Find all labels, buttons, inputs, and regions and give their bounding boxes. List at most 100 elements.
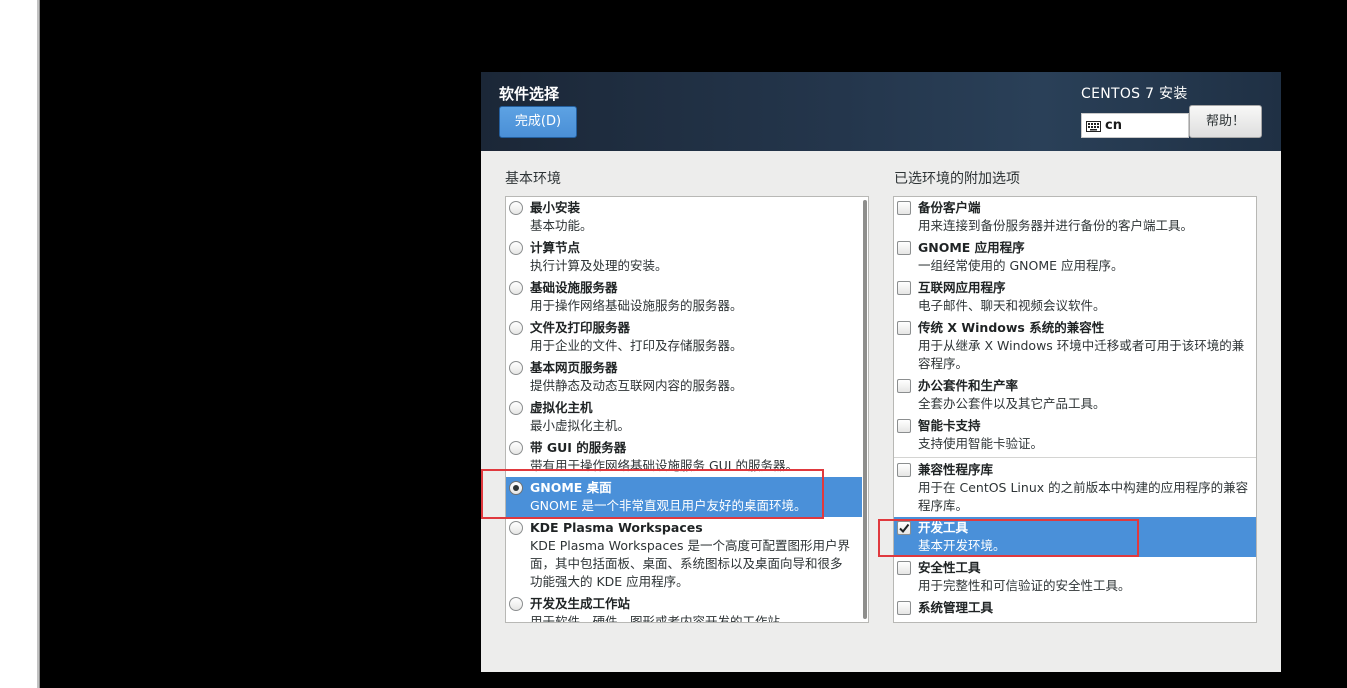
option-description: 执行计算及处理的安装。 <box>530 258 668 273</box>
option-description: KDE Plasma Workspaces 是一个高度可配置图形用户界 <box>530 538 850 553</box>
option-description: 基本功能。 <box>530 218 593 233</box>
keyboard-icon <box>1086 121 1101 132</box>
radio-button[interactable] <box>509 281 523 295</box>
option-description: 支持使用智能卡验证。 <box>918 436 1044 451</box>
desktop-left-edge <box>0 0 37 688</box>
env-option-minimal-install[interactable]: 最小安装 基本功能。 <box>506 197 862 237</box>
addon-gnome-apps[interactable]: GNOME 应用程序 一组经常使用的 GNOME 应用程序。 <box>894 237 1256 277</box>
option-description: GNOME 是一个非常直观且用户友好的桌面环境。 <box>530 498 807 513</box>
option-description: 最小虚拟化主机。 <box>530 418 631 433</box>
addon-dev-tools[interactable]: 开发工具 基本开发环境。 <box>894 517 1256 557</box>
product-title: CENTOS 7 安装 <box>1081 86 1188 102</box>
option-description: 用于完整性和可信验证的安全性工具。 <box>918 578 1131 593</box>
option-title: 开发工具 <box>918 520 969 535</box>
checkbox[interactable] <box>897 241 911 255</box>
radio-button[interactable] <box>509 321 523 335</box>
env-option-kde-plasma[interactable]: KDE Plasma Workspaces KDE Plasma Workspa… <box>506 517 862 593</box>
option-title: 带 GUI 的服务器 <box>530 440 627 455</box>
checkmark-icon <box>899 523 910 534</box>
option-title: 传统 X Windows 系统的兼容性 <box>918 320 1105 335</box>
installer-window: 软件选择 完成(D) CENTOS 7 安装 cn 帮助！ 基本环境 已选环境的… <box>481 72 1281 672</box>
scrollbar-thumb[interactable] <box>863 200 867 619</box>
keyboard-layout-indicator[interactable]: cn <box>1081 113 1189 138</box>
option-title: GNOME 桌面 <box>530 480 612 495</box>
option-title: GNOME 应用程序 <box>918 240 1025 255</box>
option-title: 智能卡支持 <box>918 418 981 433</box>
radio-button[interactable] <box>509 241 523 255</box>
help-button[interactable]: 帮助！ <box>1189 105 1262 138</box>
option-title: 办公套件和生产率 <box>918 378 1019 393</box>
option-title: 文件及打印服务器 <box>530 320 631 335</box>
option-description: 带有用于操作网络基础设施服务 GUI 的服务器。 <box>530 458 798 473</box>
addon-backup-client[interactable]: 备份客户端 用来连接到备份服务器并进行备份的客户端工具。 <box>894 197 1256 237</box>
option-description: 提供静态及动态互联网内容的服务器。 <box>530 378 743 393</box>
radio-button[interactable] <box>509 521 523 535</box>
desktop-divider <box>37 0 40 688</box>
option-title: 基础设施服务器 <box>530 280 618 295</box>
option-description: 面，其中包括面板、桌面、系统图标以及桌面向导和很多 <box>530 556 843 571</box>
option-title: 安全性工具 <box>918 560 981 575</box>
option-description: 一组经常使用的 GNOME 应用程序。 <box>918 258 1124 273</box>
option-description: 基本开发环境。 <box>918 538 1006 553</box>
checkbox[interactable] <box>897 463 911 477</box>
page-title: 软件选择 <box>499 85 560 103</box>
addon-system-admin-tools[interactable]: 系统管理工具 <box>894 597 1256 619</box>
checkbox[interactable] <box>897 419 911 433</box>
option-description: 程序库。 <box>918 498 969 513</box>
env-option-server-with-gui[interactable]: 带 GUI 的服务器 带有用于操作网络基础设施服务 GUI 的服务器。 <box>506 437 862 477</box>
env-option-gnome-desktop[interactable]: GNOME 桌面 GNOME 是一个非常直观且用户友好的桌面环境。 <box>506 477 862 517</box>
option-title: 备份客户端 <box>918 200 981 215</box>
checkbox[interactable] <box>897 321 911 335</box>
checkbox[interactable] <box>897 521 911 535</box>
radio-button[interactable] <box>509 201 523 215</box>
option-description: 用于从继承 X Windows 环境中迁移或者可用于该环境的兼 <box>918 338 1245 353</box>
option-description: 用于在 CentOS Linux 的之前版本中构建的应用程序的兼容 <box>918 480 1249 495</box>
option-title: 计算节点 <box>530 240 581 255</box>
option-description: 全套办公套件以及其它产品工具。 <box>918 396 1106 411</box>
radio-button[interactable] <box>509 361 523 375</box>
addon-security-tools[interactable]: 安全性工具 用于完整性和可信验证的安全性工具。 <box>894 557 1256 597</box>
checkbox[interactable] <box>897 601 911 615</box>
header-bar: 软件选择 完成(D) CENTOS 7 安装 cn 帮助！ <box>481 72 1281 151</box>
addons-label: 已选环境的附加选项 <box>894 171 1020 187</box>
checkbox[interactable] <box>897 561 911 575</box>
keyboard-layout-label: cn <box>1105 118 1122 133</box>
checkbox[interactable] <box>897 379 911 393</box>
env-option-basic-web-server[interactable]: 基本网页服务器 提供静态及动态互联网内容的服务器。 <box>506 357 862 397</box>
option-title: 基本网页服务器 <box>530 360 618 375</box>
addon-compat-libraries[interactable]: 兼容性程序库 用于在 CentOS Linux 的之前版本中构建的应用程序的兼容… <box>894 459 1256 517</box>
addon-smart-card[interactable]: 智能卡支持 支持使用智能卡验证。 <box>894 415 1256 455</box>
option-title: 开发及生成工作站 <box>530 596 631 611</box>
env-option-infrastructure-server[interactable]: 基础设施服务器 用于操作网络基础设施服务的服务器。 <box>506 277 862 317</box>
addon-office-suite[interactable]: 办公套件和生产率 全套办公套件以及其它产品工具。 <box>894 375 1256 415</box>
env-option-file-print-server[interactable]: 文件及打印服务器 用于企业的文件、打印及存储服务器。 <box>506 317 862 357</box>
option-description: 容程序。 <box>918 356 969 371</box>
radio-button[interactable] <box>509 481 523 495</box>
base-environment-list[interactable]: 最小安装 基本功能。 计算节点 执行计算及处理的安装。 基础设施服务器 用于操作… <box>505 196 869 623</box>
env-option-virtualization-host[interactable]: 虚拟化主机 最小虚拟化主机。 <box>506 397 862 437</box>
addons-list[interactable]: 备份客户端 用来连接到备份服务器并进行备份的客户端工具。 GNOME 应用程序 … <box>893 196 1257 623</box>
addon-legacy-x-compat[interactable]: 传统 X Windows 系统的兼容性 用于从继承 X Windows 环境中迁… <box>894 317 1256 375</box>
option-title: 兼容性程序库 <box>918 462 994 477</box>
addon-internet-apps[interactable]: 互联网应用程序 电子邮件、聊天和视频会议软件。 <box>894 277 1256 317</box>
option-title: 互联网应用程序 <box>918 280 1006 295</box>
radio-button[interactable] <box>509 597 523 611</box>
option-title: 系统管理工具 <box>918 600 994 615</box>
option-description: 用于企业的文件、打印及存储服务器。 <box>530 338 743 353</box>
env-option-compute-node[interactable]: 计算节点 执行计算及处理的安装。 <box>506 237 862 277</box>
list-separator <box>894 457 1256 458</box>
option-title: KDE Plasma Workspaces <box>530 520 703 535</box>
option-description: 用来连接到备份服务器并进行备份的客户端工具。 <box>918 218 1194 233</box>
checkbox[interactable] <box>897 281 911 295</box>
base-environment-label: 基本环境 <box>505 171 561 187</box>
checkbox[interactable] <box>897 201 911 215</box>
option-description: 用于操作网络基础设施服务的服务器。 <box>530 298 743 313</box>
radio-button[interactable] <box>509 401 523 415</box>
option-title: 虚拟化主机 <box>530 400 593 415</box>
done-button[interactable]: 完成(D) <box>499 106 577 138</box>
env-option-dev-workstation[interactable]: 开发及生成工作站 用于软件、硬件、图形或者内容开发的工作站。 <box>506 593 862 623</box>
radio-button[interactable] <box>509 441 523 455</box>
option-description: 用于软件、硬件、图形或者内容开发的工作站。 <box>530 614 793 623</box>
option-title: 最小安装 <box>530 200 581 215</box>
option-description: 功能强大的 KDE 应用程序。 <box>530 574 689 589</box>
